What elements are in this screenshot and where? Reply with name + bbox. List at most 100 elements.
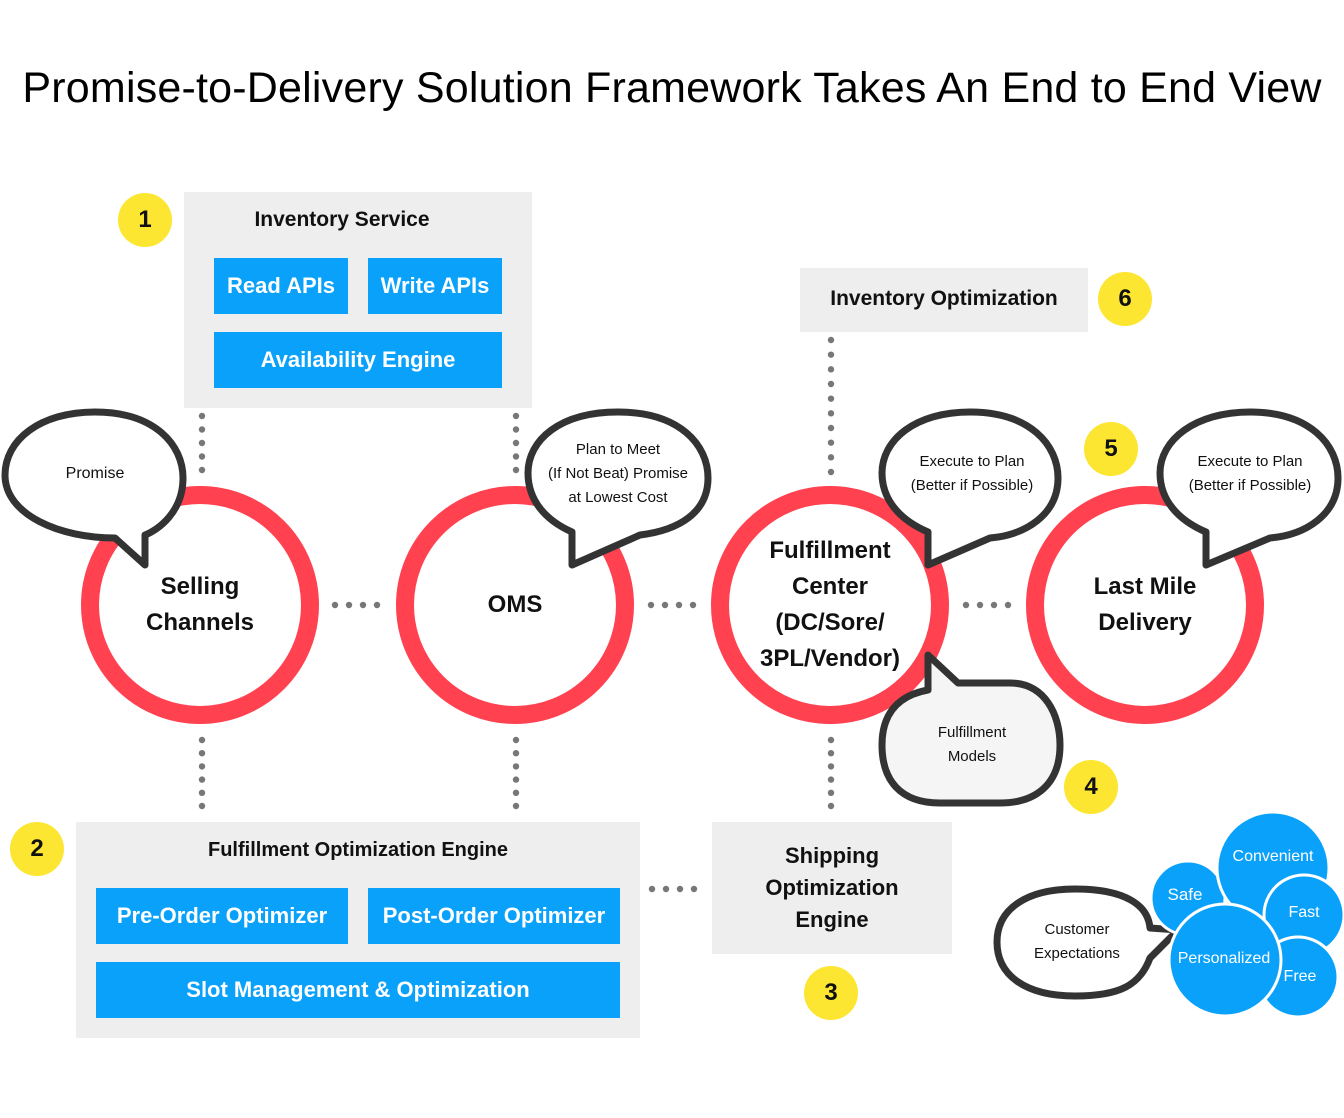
badge-6: 6 — [1098, 272, 1152, 326]
connector-dot — [512, 426, 520, 433]
connector-dot — [827, 380, 835, 388]
bubble-lastmile-text: Execute to Plan (Better if Possible) — [1164, 450, 1336, 498]
bubble-line: Plan to Meet — [575, 441, 661, 458]
connector-dot — [512, 750, 520, 757]
connector-dot — [827, 454, 835, 461]
connector-dot — [827, 736, 835, 744]
connector-invopt-fc — [827, 336, 835, 476]
connector-dot — [512, 789, 520, 796]
connector-dot — [359, 601, 367, 609]
connector-dot — [512, 802, 520, 810]
node-label-line: Last Mile — [1093, 573, 1197, 600]
bubble-line: Expectations — [1034, 945, 1120, 962]
connector-dot — [962, 601, 970, 609]
fulfillment-optimization-title: Fulfillment Optimization Engine — [208, 839, 508, 861]
connector-dot — [198, 789, 206, 796]
connector-dot — [345, 601, 353, 609]
connector-dot — [827, 424, 835, 432]
connector-oms-fc — [647, 601, 697, 609]
connector-dot — [990, 601, 998, 609]
expectation-safe-label: Safe — [1167, 885, 1203, 904]
connector-dot — [198, 776, 206, 783]
connector-dot — [512, 412, 520, 420]
shipping-optimization-title: Shipping Optimization Engine — [712, 840, 952, 936]
connector-selling-foe — [198, 736, 206, 810]
connector-inventory-selling — [198, 412, 206, 474]
inventory-optimization-box[interactable]: Inventory Optimization — [800, 268, 1088, 332]
connector-dot — [689, 601, 697, 609]
expectation-free-label: Free — [1283, 968, 1317, 985]
badge-2: 2 — [10, 822, 64, 876]
connector-dot — [198, 439, 206, 447]
bubble-line: Fulfillment — [937, 724, 1007, 741]
node-label-line: Fulfillment — [769, 537, 891, 564]
node-label-line: Delivery — [1098, 609, 1192, 636]
bubble-line: Promise — [65, 465, 125, 482]
connector-dot — [198, 750, 206, 757]
connector-dot — [661, 601, 669, 609]
node-label-line: Channels — [145, 609, 255, 636]
badge-1: 1 — [118, 193, 172, 247]
connector-inventory-oms — [512, 412, 520, 474]
connector-dot — [198, 466, 206, 474]
connector-dot — [198, 763, 206, 770]
badge-3: 3 — [804, 966, 858, 1020]
connector-dot — [512, 439, 520, 447]
connector-dot — [827, 395, 835, 402]
shipping-title-line: Engine — [795, 907, 869, 932]
connector-dot — [1004, 601, 1012, 609]
write-apis-box[interactable]: Write APIs — [368, 258, 502, 314]
connector-dot — [648, 885, 656, 893]
inventory-service-title: Inventory Service — [254, 208, 430, 231]
connector-dot — [827, 366, 835, 373]
connector-dot — [675, 601, 683, 609]
connector-foe-shipping — [648, 885, 698, 893]
bubble-models-text: Fulfillment Models — [886, 721, 1058, 769]
connector-dot — [827, 439, 835, 446]
connector-dot — [676, 885, 684, 893]
connector-dot — [198, 412, 206, 420]
bubble-line: (If Not Beat) Promise — [547, 465, 689, 482]
connector-dot — [827, 763, 835, 770]
bubble-line: at Lowest Cost — [568, 489, 668, 506]
bubble-line: Models — [947, 748, 997, 765]
bubble-fc-text: Execute to Plan (Better if Possible) — [886, 450, 1058, 498]
post-order-optimizer-box[interactable]: Post-Order Optimizer — [368, 888, 620, 944]
connector-dot — [827, 789, 835, 796]
bubble-oms-text: Plan to Meet (If Not Beat) Promise at Lo… — [530, 436, 706, 512]
pre-order-optimizer-box[interactable]: Pre-Order Optimizer — [96, 888, 348, 944]
connector-fc-lastmile — [962, 601, 1012, 609]
connector-dot — [198, 802, 206, 810]
connector-dot — [512, 466, 520, 474]
connector-dot — [373, 601, 381, 609]
node-label-oms: OMS — [415, 505, 615, 705]
badge-5: 5 — [1084, 422, 1138, 476]
connector-dot — [827, 351, 835, 358]
expectation-convenient-label: Convenient — [1232, 848, 1314, 865]
connector-selling-oms — [331, 601, 381, 609]
bubble-line: Customer — [1044, 921, 1110, 938]
bubble-line: Execute to Plan — [919, 453, 1025, 470]
read-apis-box[interactable]: Read APIs — [214, 258, 348, 314]
node-label-fulfillment-center: Fulfillment Center (DC/Sore/ 3PL/Vendor) — [730, 505, 930, 705]
node-label-line: 3PL/Vendor) — [759, 645, 901, 672]
connector-dot — [198, 453, 206, 460]
connector-dot — [512, 763, 520, 770]
slot-management-box[interactable]: Slot Management & Optimization — [96, 962, 620, 1018]
expectation-fast-label: Fast — [1288, 904, 1320, 921]
expectation-personalized-label: Personalized — [1177, 950, 1271, 967]
connector-dot — [198, 736, 206, 744]
availability-engine-box[interactable]: Availability Engine — [214, 332, 502, 388]
connector-fc-shipping — [827, 736, 835, 810]
shipping-title-line: Shipping — [784, 843, 880, 868]
bubble-line: (Better if Possible) — [1188, 477, 1312, 494]
connector-dot — [827, 410, 835, 417]
bubble-line: Execute to Plan — [1197, 453, 1303, 470]
connector-dot — [976, 601, 984, 609]
shipping-title-line: Optimization — [765, 875, 899, 900]
node-label-line: (DC/Sore/ — [775, 609, 885, 636]
connector-dot — [827, 802, 835, 810]
node-label-line: Selling — [160, 573, 240, 600]
connector-dot — [512, 736, 520, 744]
node-label-selling-channels: Selling Channels — [100, 505, 300, 705]
